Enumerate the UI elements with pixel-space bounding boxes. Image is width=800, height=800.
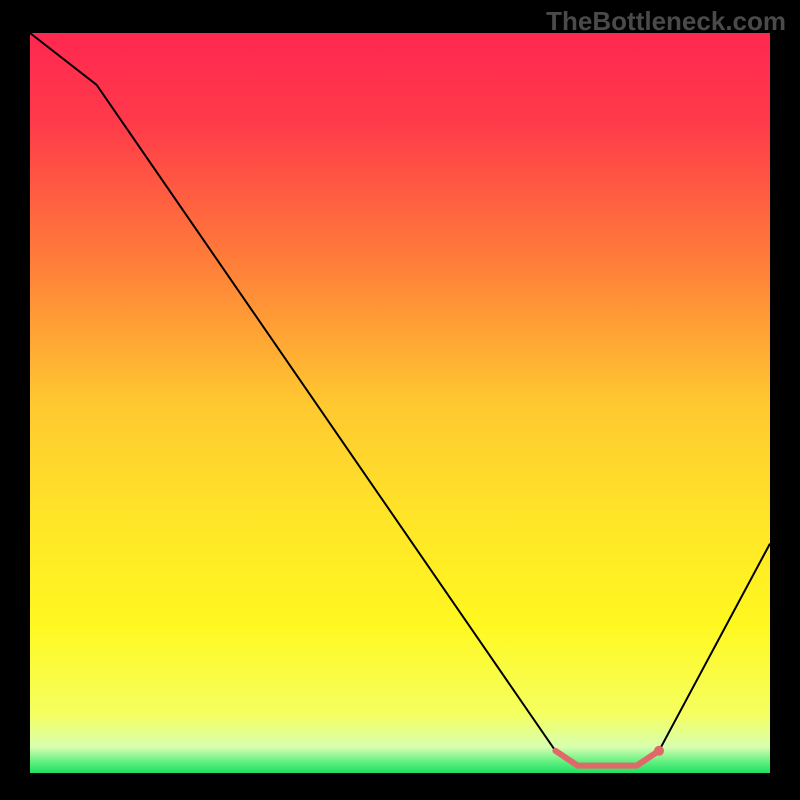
chart-background xyxy=(30,33,770,773)
optimal-marker xyxy=(654,746,664,756)
chart-svg xyxy=(0,0,800,800)
chart-container: TheBottleneck.com xyxy=(0,0,800,800)
watermark-text: TheBottleneck.com xyxy=(546,6,786,37)
